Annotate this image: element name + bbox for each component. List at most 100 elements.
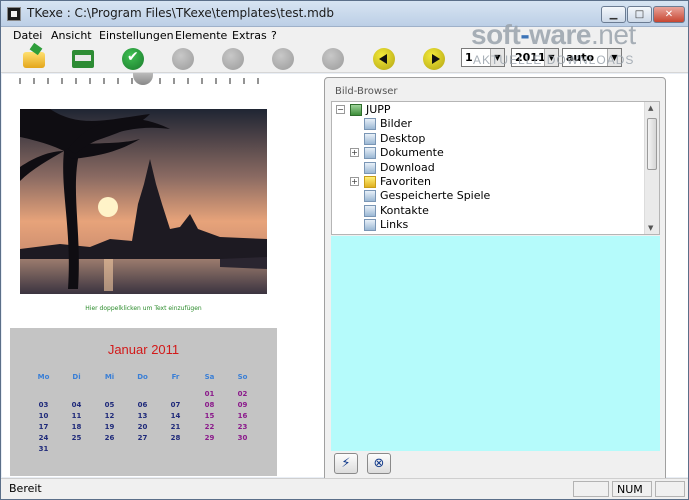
print-icon[interactable] bbox=[72, 50, 94, 68]
folder-icon bbox=[364, 118, 376, 131]
calendar-day: 22 bbox=[204, 423, 215, 431]
calendar-day: 08 bbox=[204, 401, 215, 409]
calendar-day: 10 bbox=[38, 412, 49, 420]
calendar-block[interactable]: Januar 2011 Mo Di Mi Do Fr Sa So 01 02 03 0… bbox=[10, 328, 277, 476]
disabled-icon bbox=[272, 48, 294, 70]
scroll-down-icon[interactable]: ▼ bbox=[648, 224, 653, 232]
sunset-photo[interactable] bbox=[20, 109, 267, 294]
menu-datei[interactable]: Datei bbox=[13, 29, 42, 42]
calendar-day: 03 bbox=[38, 401, 49, 409]
status-pane-empty bbox=[573, 481, 609, 497]
folder-icon bbox=[364, 161, 376, 174]
calendar-day: 09 bbox=[237, 401, 248, 409]
menu-einstellungen[interactable]: Einstellungen bbox=[99, 29, 174, 42]
confirm-check-icon[interactable] bbox=[122, 48, 144, 70]
calendar-day: 31 bbox=[38, 445, 49, 453]
open-folder-icon[interactable] bbox=[23, 52, 45, 68]
calendar-day: 23 bbox=[237, 423, 248, 431]
calendar-day: 05 bbox=[104, 401, 115, 409]
menu-ansicht[interactable]: Ansicht bbox=[51, 29, 92, 42]
refresh-icon: ⚡ bbox=[341, 456, 351, 471]
calendar-day: 04 bbox=[71, 401, 82, 409]
disabled-icon bbox=[222, 48, 244, 70]
calendar-day: 26 bbox=[104, 434, 115, 442]
calendar-day: 02 bbox=[237, 390, 248, 398]
cancel-icon: ⊗ bbox=[373, 456, 385, 471]
calendar-day: 07 bbox=[170, 401, 181, 409]
app-window: TKexe : C:\Program Files\TKexe\templates… bbox=[0, 0, 689, 500]
calendar-weekdays: Mo Di Mi Do Fr Sa So bbox=[27, 373, 267, 383]
weekday-label: Fr bbox=[171, 373, 180, 381]
calendar-day: 18 bbox=[71, 423, 82, 431]
expand-icon[interactable]: + bbox=[350, 148, 359, 158]
disabled-icon bbox=[322, 48, 344, 70]
tree-item-label: Links bbox=[380, 218, 409, 232]
folder-tree[interactable]: − JUPP Bilder Desktop + Dokumente Download + Fav… bbox=[331, 101, 660, 235]
tree-item-label: Kontakte bbox=[380, 203, 429, 217]
tree-item-label: Desktop bbox=[380, 131, 426, 145]
scrollbar-thumb[interactable] bbox=[647, 118, 657, 170]
text-placeholder[interactable]: Hier doppelklicken um Text einzufügen bbox=[20, 305, 267, 312]
folder-icon bbox=[364, 147, 376, 160]
calendar-week-row: 31 bbox=[27, 445, 267, 455]
calendar-day: 28 bbox=[170, 434, 181, 442]
calendar-day: 25 bbox=[71, 434, 82, 442]
next-arrow-icon[interactable] bbox=[423, 48, 445, 70]
tree-item-label: Bilder bbox=[380, 117, 412, 131]
calendar-day: 13 bbox=[137, 412, 148, 420]
watermark-logo: soft-ware.net AKTUELLE DOWNLOADS bbox=[471, 19, 636, 67]
collapse-icon[interactable]: − bbox=[336, 105, 345, 114]
status-pane-empty bbox=[655, 481, 685, 497]
favorites-folder-icon bbox=[364, 176, 376, 188]
image-preview-area[interactable] bbox=[331, 236, 660, 451]
app-icon bbox=[7, 7, 21, 21]
cancel-button[interactable]: ⊗ bbox=[367, 453, 391, 474]
calendar-day: 12 bbox=[104, 412, 115, 420]
calendar-day: 29 bbox=[204, 434, 215, 442]
calendar-day: 30 bbox=[237, 434, 248, 442]
weekday-label: Di bbox=[72, 373, 81, 381]
tree-scrollbar[interactable]: ▲ ▼ bbox=[644, 102, 659, 234]
scroll-up-icon[interactable]: ▲ bbox=[648, 104, 653, 112]
menu-help[interactable]: ? bbox=[271, 29, 277, 42]
calendar-title: Januar 2011 bbox=[107, 342, 180, 357]
folder-icon bbox=[364, 219, 376, 232]
weekday-label: Mi bbox=[104, 373, 115, 381]
folder-icon bbox=[364, 132, 376, 145]
weekday-label: Mo bbox=[37, 373, 50, 381]
folder-icon bbox=[364, 204, 376, 217]
calendar-day: 27 bbox=[137, 434, 148, 442]
tree-item-label: Musik bbox=[380, 233, 412, 234]
calendar-week-row: 03 04 05 06 07 08 09 bbox=[27, 401, 267, 411]
calendar-day: 11 bbox=[71, 412, 82, 420]
calendar-week-row: 24 25 26 27 28 29 30 bbox=[27, 434, 267, 444]
weekday-label: So bbox=[237, 373, 248, 381]
menu-extras[interactable]: Extras bbox=[232, 29, 267, 42]
user-folder-icon bbox=[350, 104, 362, 116]
num-lock-indicator: NUM bbox=[612, 481, 652, 497]
folder-icon bbox=[364, 190, 376, 203]
calendar-day: 16 bbox=[237, 412, 248, 420]
menu-elemente[interactable]: Elemente bbox=[175, 29, 227, 42]
calendar-week-row: 17 18 19 20 21 22 23 bbox=[27, 423, 267, 433]
folder-icon bbox=[364, 233, 376, 234]
tree-item-label: Favoriten bbox=[380, 175, 431, 188]
calendar-day: 14 bbox=[170, 412, 181, 420]
disabled-icon bbox=[172, 48, 194, 70]
status-text: Bereit bbox=[9, 482, 42, 495]
calendar-week-row: 10 11 12 13 14 15 16 bbox=[27, 412, 267, 422]
calendar-day: 06 bbox=[137, 401, 148, 409]
calendar-week-row: 01 02 bbox=[27, 390, 267, 400]
calendar-day: 01 bbox=[204, 390, 215, 398]
refresh-button[interactable]: ⚡ bbox=[334, 453, 358, 474]
expand-icon[interactable]: + bbox=[350, 177, 359, 186]
sunset-photo-image bbox=[20, 109, 267, 294]
tree-item-label: Dokumente bbox=[380, 146, 444, 160]
tree-item-label: Gespeicherte Spiele bbox=[380, 189, 491, 203]
calendar-day: 19 bbox=[104, 423, 115, 431]
status-bar: Bereit NUM bbox=[1, 478, 688, 499]
tree-item-label: JUPP bbox=[366, 103, 391, 116]
weekday-label: Sa bbox=[204, 373, 215, 381]
previous-arrow-icon[interactable] bbox=[373, 48, 395, 70]
calendar-day: 24 bbox=[38, 434, 49, 442]
